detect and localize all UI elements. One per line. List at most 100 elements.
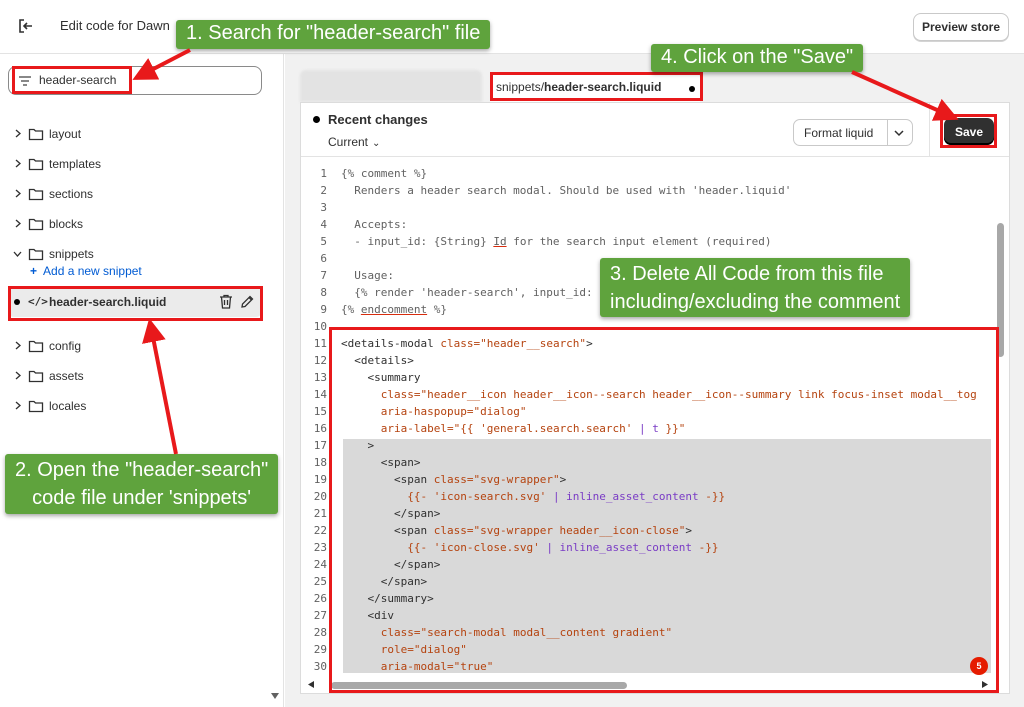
line-number: 19 (313, 473, 327, 486)
code-text: {% endcomment %} (341, 303, 447, 316)
folder-icon (28, 340, 44, 353)
toolbar-divider (929, 103, 930, 157)
line-number: 24 (313, 558, 327, 571)
line-number: 12 (313, 354, 327, 367)
chevron-down-icon[interactable] (13, 249, 22, 258)
sidebar-folder-label: snippets (49, 247, 94, 261)
format-liquid-label: Format liquid (804, 126, 874, 140)
callout-step3: 3. Delete All Code from this file includ… (600, 258, 911, 317)
current-label: Current (328, 135, 369, 149)
chevron-right-icon[interactable] (13, 401, 22, 410)
sidebar-folder[interactable]: config (0, 332, 284, 360)
code-line: 5 - input_id: {String} Id for the search… (301, 233, 991, 250)
sidebar-folder-label: locales (49, 399, 87, 413)
code-text: Usage: (341, 269, 394, 282)
preview-store-button[interactable]: Preview store (913, 13, 1009, 41)
recent-changes-label: Recent changes (328, 112, 428, 127)
line-number: 29 (313, 643, 327, 656)
code-line: 1 {% comment %} (301, 165, 991, 182)
callout-step2: 2. Open the "header-search" code file un… (5, 454, 279, 514)
sidebar-folder-label: config (49, 339, 82, 353)
sidebar-folder[interactable]: sections (0, 180, 284, 208)
line-number: 22 (313, 524, 327, 537)
line-number: 23 (313, 541, 327, 554)
folder-icon (28, 370, 44, 383)
callout-step3-line2: including/excluding the comment (610, 291, 901, 313)
file-sidebar: header-search layout templates sections blo… (0, 54, 284, 707)
chevron-down-icon[interactable] (894, 129, 904, 137)
sidebar-folder[interactable]: templates (0, 150, 284, 178)
line-number: 21 (313, 507, 327, 520)
line-number: 5 (320, 235, 327, 248)
line-number: 18 (313, 456, 327, 469)
line-number: 13 (313, 371, 327, 384)
line-number: 25 (313, 575, 327, 588)
folder-icon (28, 400, 44, 413)
folder-icon (28, 128, 44, 141)
highlight-active-file (8, 286, 263, 321)
sidebar-folder-label: layout (49, 127, 82, 141)
callout-step3-line1: 3. Delete All Code from this file (610, 263, 884, 285)
line-number: 8 (320, 286, 327, 299)
callout-step4: 4. Click on the "Save" (651, 44, 864, 72)
add-snippet-label: Add a new snippet (43, 264, 142, 278)
callout-step1: 1. Search for "header-search" file (176, 20, 491, 49)
scroll-left-arrow-icon[interactable] (307, 680, 315, 689)
sidebar-folder[interactable]: layout (0, 120, 284, 148)
sidebar-folder[interactable]: blocks (0, 210, 284, 238)
add-snippet-link[interactable]: + Add a new snippet (30, 264, 142, 278)
chevron-right-icon[interactable] (13, 341, 22, 350)
code-line: 4 Accepts: (301, 216, 991, 233)
chevron-right-icon[interactable] (13, 159, 22, 168)
line-number: 4 (320, 218, 327, 231)
sidebar-folder[interactable]: locales (0, 392, 284, 420)
line-number: 10 (313, 320, 327, 333)
highlight-save (940, 114, 997, 148)
line-number: 15 (313, 405, 327, 418)
folder-icon (28, 248, 44, 261)
line-number: 16 (313, 422, 327, 435)
sidebar-folder-label: sections (49, 187, 94, 201)
code-line: 2 Renders a header search modal. Should … (301, 182, 991, 199)
line-number: 17 (313, 439, 327, 452)
plus-icon: + (30, 264, 38, 278)
code-text: {% render 'header-search', input_id: (341, 286, 593, 299)
line-number: 27 (313, 609, 327, 622)
callout-step2-line1: 2. Open the "header-search" (15, 459, 269, 481)
line-number: 2 (320, 184, 327, 197)
editor-toolbar: Recent changes Current ⌄ Format liquid Sa… (301, 103, 1009, 157)
chevron-right-icon[interactable] (13, 129, 22, 138)
chevron-right-icon[interactable] (13, 371, 22, 380)
folder-icon (28, 158, 44, 171)
line-number: 9 (320, 303, 327, 316)
button-divider (887, 120, 888, 145)
chevron-down-icon: ⌄ (372, 138, 381, 149)
exit-icon[interactable] (16, 16, 36, 36)
version-select[interactable]: Current ⌄ (328, 135, 380, 149)
code-line: 3 (301, 199, 991, 216)
highlight-code (329, 327, 999, 693)
line-number: 6 (320, 252, 327, 265)
recent-changes-dot (313, 116, 320, 123)
sidebar-folder-label: blocks (49, 217, 84, 231)
page-title: Edit code for Dawn (60, 18, 170, 33)
line-number: 28 (313, 626, 327, 639)
line-number: 26 (313, 592, 327, 605)
scroll-down-arrow-icon[interactable] (270, 692, 280, 700)
top-bar: Edit code for Dawn Preview store (0, 0, 1024, 54)
code-text: Accepts: (341, 218, 408, 231)
line-number: 3 (320, 201, 327, 214)
code-text: Renders a header search modal. Should be… (341, 184, 792, 197)
line-number: 14 (313, 388, 327, 401)
sidebar-folder-label: assets (49, 369, 84, 383)
sidebar-folder[interactable]: assets (0, 362, 284, 390)
format-liquid-button[interactable]: Format liquid (793, 119, 913, 146)
tab-blurred[interactable] (300, 70, 482, 102)
folder-icon (28, 188, 44, 201)
chevron-right-icon[interactable] (13, 219, 22, 228)
chevron-right-icon[interactable] (13, 189, 22, 198)
line-number: 30 (313, 660, 327, 673)
highlight-search-box (12, 66, 132, 94)
line-number: 1 (320, 167, 327, 180)
code-text: - input_id: {String} Id for the search i… (341, 235, 772, 248)
